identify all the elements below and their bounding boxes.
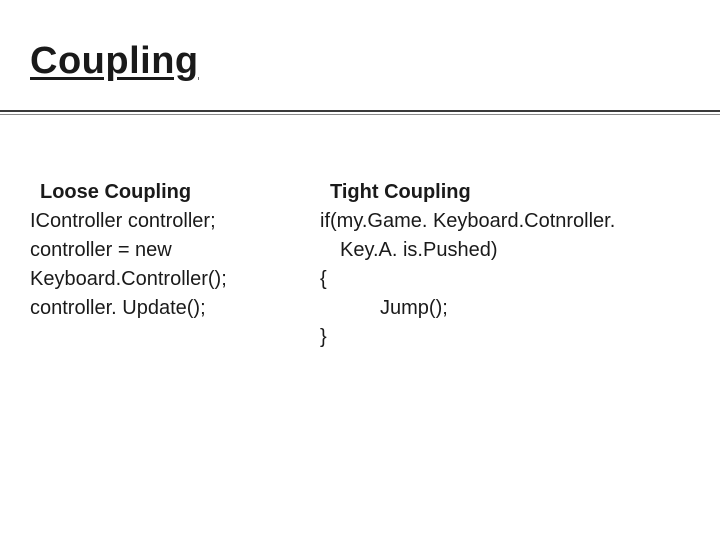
right-heading: Tight Coupling (330, 181, 471, 203)
left-heading: Loose Coupling (40, 181, 191, 203)
left-line3: controller. Update(); (30, 294, 300, 323)
left-column: Loose Coupling IController controller; c… (30, 178, 300, 352)
right-line2: Key.A. is.Pushed) (320, 236, 690, 265)
left-line2: controller = new Keyboard.Controller(); (30, 236, 300, 294)
right-line3: { (320, 265, 690, 294)
divider-top (0, 110, 720, 112)
divider-bottom (0, 114, 720, 115)
right-line1: if(my.Game. Keyboard.Cotnroller. (320, 207, 690, 236)
columns: Loose Coupling IController controller; c… (30, 178, 690, 352)
slide: Coupling Loose Coupling IController cont… (0, 0, 720, 540)
right-line4: Jump(); (320, 294, 690, 323)
slide-title: Coupling (30, 40, 199, 83)
right-column: Tight Coupling if(my.Game. Keyboard.Cotn… (320, 178, 690, 352)
left-line1: IController controller; (30, 207, 300, 236)
right-line5: } (320, 323, 690, 352)
